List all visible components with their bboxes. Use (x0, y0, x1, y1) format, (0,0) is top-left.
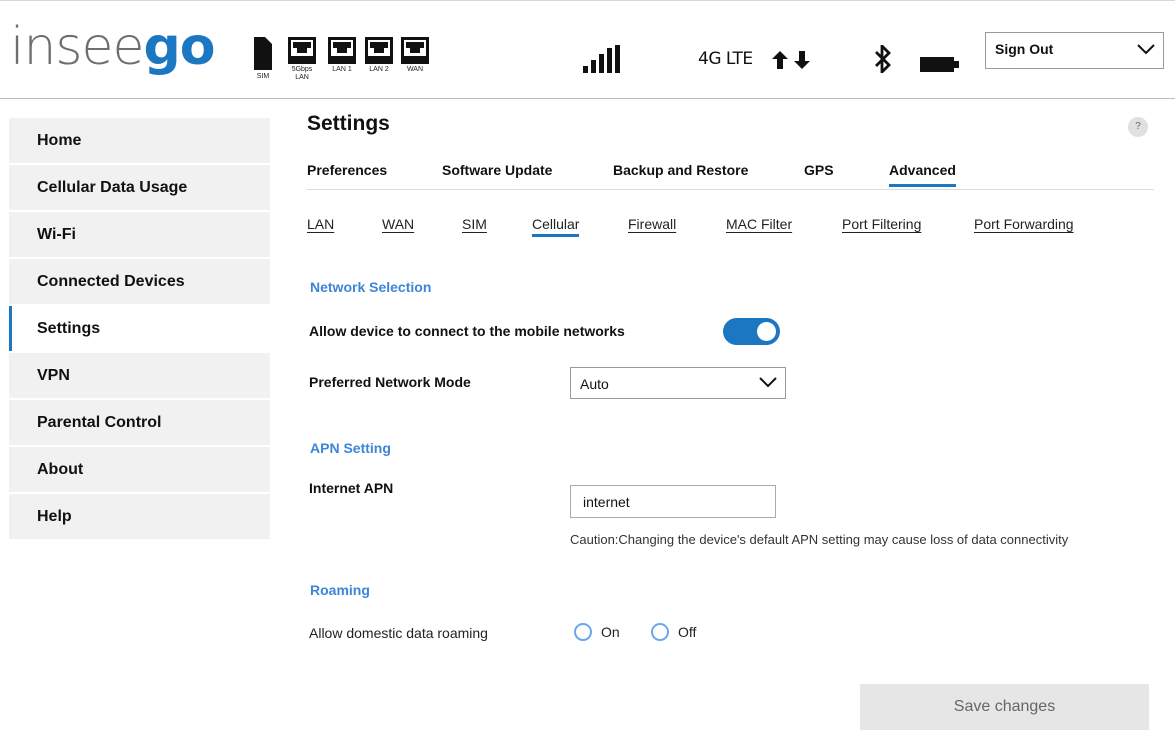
ethernet-port-icon (401, 37, 429, 64)
network-selection-heading: Network Selection (310, 279, 432, 295)
apn-setting-heading: APN Setting (310, 440, 391, 456)
sidebar-item-label: Home (37, 131, 82, 149)
subtab-port-filtering[interactable]: Port Filtering (842, 216, 921, 232)
sidebar-item-label: Parental Control (37, 413, 162, 431)
save-changes-button[interactable]: Save changes (860, 684, 1149, 730)
settings-tabs: Preferences Software Update Backup and R… (307, 162, 1154, 190)
sidebar-item-connected-devices[interactable]: Connected Devices (9, 259, 270, 304)
sidebar-item-help[interactable]: Help (9, 494, 270, 539)
signal-strength-icon (583, 45, 620, 73)
logo-text-accent: go (143, 17, 215, 77)
port-label: 5Gbps LAN (291, 66, 313, 81)
sidebar-nav: Home Cellular Data Usage Wi-Fi Connected… (9, 118, 270, 541)
sidebar-item-vpn[interactable]: VPN (9, 353, 270, 398)
allow-connect-label: Allow device to connect to the mobile ne… (309, 323, 625, 339)
top-header: inseego SIM 5Gbps LAN LAN 1 LAN 2 WAN 4G… (0, 0, 1175, 99)
subtab-cellular[interactable]: Cellular (532, 216, 580, 237)
sidebar-item-label: Connected Devices (37, 272, 185, 290)
port-lan-1: LAN 1 (327, 37, 357, 74)
radio-label: On (601, 624, 620, 640)
sidebar-item-label: Settings (37, 319, 101, 337)
header-divider (0, 98, 1175, 99)
ethernet-port-icon (288, 37, 316, 64)
inseego-logo[interactable]: inseego (10, 17, 215, 77)
roaming-on-radio[interactable]: On (574, 623, 620, 641)
bluetooth-icon (875, 45, 891, 73)
ethernet-port-icon (328, 37, 356, 64)
advanced-subtabs: LAN WAN SIM Cellular Firewall MAC Filter… (307, 216, 1167, 240)
data-transfer-icon (772, 51, 810, 69)
subtab-mac-filter[interactable]: MAC Filter (726, 216, 792, 232)
sidebar-item-about[interactable]: About (9, 447, 270, 492)
port-label: LAN 2 (369, 66, 389, 73)
battery-icon (920, 57, 959, 72)
sidebar-item-label: About (37, 460, 84, 478)
page-title: Settings (307, 112, 390, 135)
preferred-network-mode-label: Preferred Network Mode (309, 374, 471, 390)
tab-backup-and-restore[interactable]: Backup and Restore (613, 162, 748, 178)
subtab-lan[interactable]: LAN (307, 216, 334, 232)
sidebar-item-label: VPN (37, 366, 70, 384)
tab-software-update[interactable]: Software Update (442, 162, 552, 178)
sidebar-item-settings[interactable]: Settings (9, 306, 270, 351)
tab-gps[interactable]: GPS (804, 162, 834, 178)
ethernet-port-icon (365, 37, 393, 64)
subtab-firewall[interactable]: Firewall (628, 216, 676, 232)
domestic-roaming-label: Allow domestic data roaming (309, 625, 488, 641)
port-label: LAN 1 (332, 66, 352, 73)
select-value: Auto (580, 376, 609, 392)
radio-label: Off (678, 624, 697, 640)
subtab-sim[interactable]: SIM (462, 216, 487, 232)
toggle-knob (757, 322, 776, 341)
network-type: 4G LTE (698, 49, 753, 69)
sidebar-item-parental-control[interactable]: Parental Control (9, 400, 270, 445)
port-lan-2: LAN 2 (364, 37, 394, 74)
port-label: WAN (406, 66, 424, 73)
sidebar-item-label: Cellular Data Usage (37, 178, 188, 196)
sidebar-item-home[interactable]: Home (9, 118, 270, 163)
chevron-down-icon (1137, 44, 1155, 55)
sim-icon (254, 37, 272, 70)
sign-out-dropdown[interactable]: Sign Out (985, 32, 1164, 69)
roaming-heading: Roaming (310, 582, 370, 598)
internet-apn-input[interactable] (570, 485, 776, 518)
chevron-down-icon (759, 377, 777, 388)
radio-circle (574, 623, 592, 641)
apn-caution-text: Caution:Changing the device's default AP… (570, 532, 1069, 547)
port-label: SIM (256, 73, 270, 80)
sign-out-label: Sign Out (995, 41, 1054, 57)
preferred-network-mode-select[interactable]: Auto (570, 367, 786, 399)
internet-apn-label: Internet APN (309, 480, 394, 496)
port-wan: WAN (400, 37, 430, 74)
subtab-port-forwarding[interactable]: Port Forwarding (974, 216, 1074, 232)
help-icon[interactable]: ? (1128, 117, 1148, 137)
sidebar-item-label: Help (37, 507, 72, 525)
sidebar-item-cellular-data-usage[interactable]: Cellular Data Usage (9, 165, 270, 210)
allow-connect-toggle[interactable] (723, 318, 780, 345)
subtab-wan[interactable]: WAN (382, 216, 414, 232)
tab-advanced[interactable]: Advanced (889, 162, 956, 187)
roaming-off-radio[interactable]: Off (651, 623, 696, 641)
tab-preferences[interactable]: Preferences (307, 162, 387, 178)
sidebar-item-wifi[interactable]: Wi-Fi (9, 212, 270, 257)
sim-status: SIM (253, 37, 273, 81)
port-5gbps-lan: 5Gbps LAN (287, 37, 317, 82)
radio-circle (651, 623, 669, 641)
logo-text: insee (10, 17, 144, 77)
sidebar-item-label: Wi-Fi (37, 225, 76, 243)
